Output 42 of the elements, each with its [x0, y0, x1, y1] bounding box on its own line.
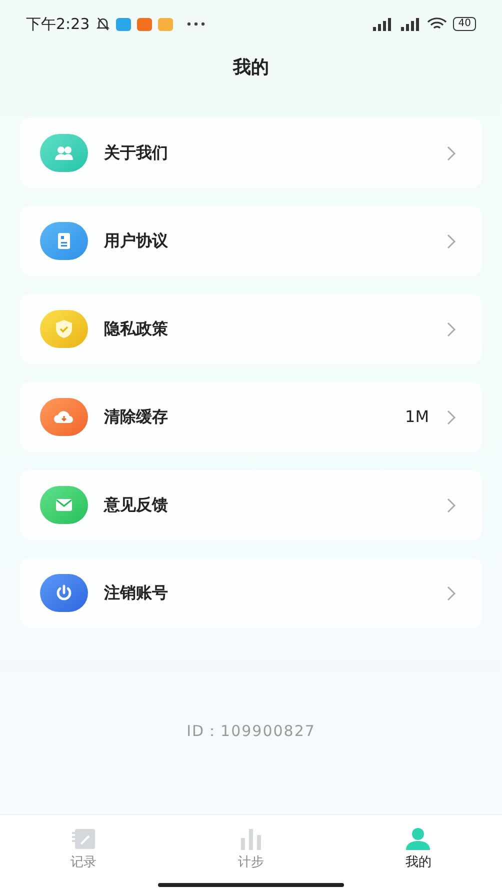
menu-item[interactable]: 关于我们 — [20, 118, 482, 188]
notebook-icon — [70, 827, 97, 851]
power-icon — [40, 574, 88, 612]
wifi-icon — [427, 17, 448, 31]
person-icon — [405, 827, 432, 851]
bell-off-icon — [96, 17, 110, 31]
app-notification-icon — [116, 18, 131, 30]
tab[interactable]: 记录 — [0, 827, 168, 872]
status-time: 下午2:23 — [26, 14, 90, 35]
page-title: 我的 — [233, 56, 269, 80]
app-notification-icon — [136, 18, 152, 30]
chevron-right-icon — [447, 146, 456, 160]
menu-item[interactable]: 意见反馈 — [20, 470, 482, 540]
cloud-download-icon — [40, 398, 88, 436]
shield-check-icon — [40, 310, 88, 348]
menu-item[interactable]: 隐私政策 — [20, 294, 482, 364]
chevron-right-icon — [447, 322, 456, 336]
chevron-right-icon — [447, 410, 456, 424]
menu-item[interactable]: 用户协议 — [20, 206, 482, 276]
menu-label: 注销账号 — [104, 582, 168, 604]
more-icon — [186, 22, 205, 26]
battery-level: 40 — [453, 17, 476, 31]
envelope-icon — [40, 486, 88, 524]
chevron-right-icon — [447, 586, 456, 600]
app-notification-icon — [158, 18, 173, 30]
tab[interactable]: 计步 — [167, 827, 335, 872]
document-icon — [40, 222, 88, 260]
menu-label: 清除缓存 — [104, 406, 168, 428]
menu-label: 意见反馈 — [104, 494, 168, 516]
user-id: ID：109900827 — [186, 721, 316, 742]
cache-size: 1M — [405, 406, 429, 428]
menu-label: 关于我们 — [104, 142, 168, 164]
menu-label: 用户协议 — [104, 230, 168, 252]
chevron-right-icon — [447, 234, 456, 248]
signal-icon — [399, 17, 422, 31]
tab[interactable]: 我的 — [334, 827, 502, 872]
signal-icon — [371, 17, 394, 31]
menu-item[interactable]: 注销账号 — [20, 558, 482, 628]
menu-item[interactable]: 清除缓存 1M — [20, 382, 482, 452]
people-icon — [40, 134, 88, 172]
chevron-right-icon — [447, 498, 456, 512]
menu-label: 隐私政策 — [104, 318, 168, 340]
